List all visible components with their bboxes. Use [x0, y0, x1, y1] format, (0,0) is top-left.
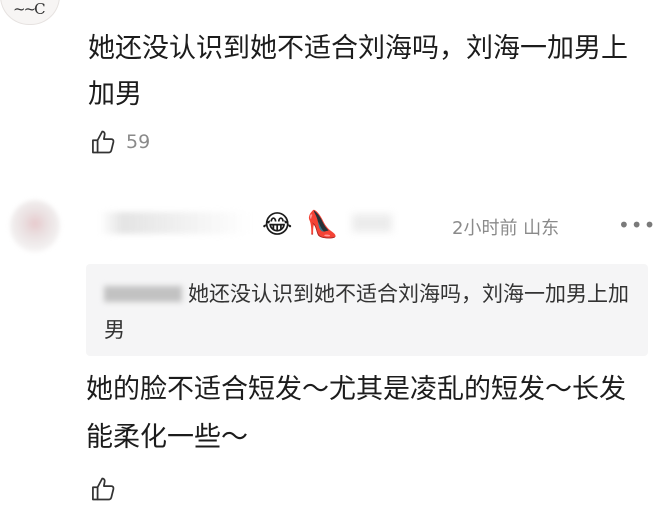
like-count: 59 — [126, 131, 151, 153]
username-blurred — [100, 212, 250, 234]
high-heel-emoji-icon: 👠 — [306, 210, 339, 240]
comment-text: 她还没认识到她不适合刘海吗，刘海一加男上加男 — [88, 33, 628, 110]
thumbs-up-icon — [92, 477, 115, 501]
like-button[interactable] — [90, 475, 118, 503]
comment-thread: ~~C 她还没认识到她不适合刘海吗，刘海一加男上加男 59 😂 👠 2小时前 山… — [0, 0, 660, 510]
avatar[interactable]: ~~C — [0, 0, 60, 25]
username-blurred — [352, 214, 392, 232]
laughing-emoji-icon: 😂 — [262, 210, 293, 240]
avatar-doodle-icon: ~~C — [13, 0, 46, 18]
comment-text: 她的脸不适合短发～尤其是凌乱的短发～长发能柔化一些～ — [86, 374, 626, 453]
more-dots-icon[interactable]: ••• — [618, 215, 656, 235]
timestamp-location: 2小时前 山东 — [452, 218, 560, 239]
avatar[interactable] — [10, 200, 60, 252]
thumbs-up-icon — [92, 130, 115, 154]
like-button[interactable]: 59 — [90, 128, 150, 156]
quoted-comment-text: 她还没认识到她不适合刘海吗，刘海一加男上加男 — [104, 282, 629, 342]
